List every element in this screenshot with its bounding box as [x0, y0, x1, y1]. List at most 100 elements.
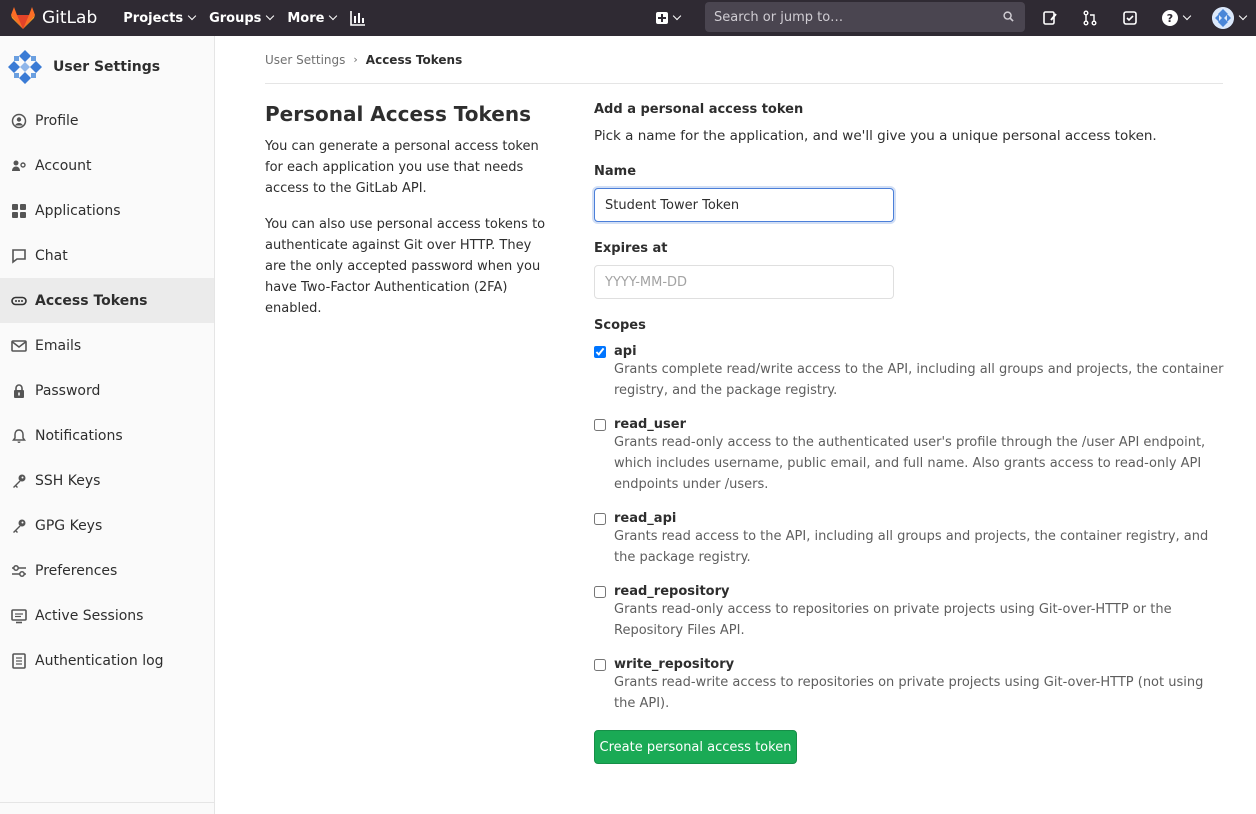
activity-chart-link[interactable]: [350, 10, 366, 26]
search-box: [705, 2, 1025, 32]
brand-name: GitLab: [42, 8, 98, 28]
expires-label: Expires at: [594, 241, 668, 256]
scope-name: api: [614, 344, 637, 359]
scope-description: Grants read access to the API, including…: [614, 529, 1209, 565]
log-icon: [11, 652, 27, 669]
sidebar-item-account[interactable]: Account: [0, 143, 214, 188]
form-section-description: Pick a name for the application, and we'…: [594, 128, 1157, 144]
merge-requests-icon[interactable]: [1082, 10, 1098, 26]
scope-api-checkbox[interactable]: [594, 346, 606, 358]
scope-read-user-checkbox[interactable]: [594, 419, 606, 431]
search-input[interactable]: [705, 2, 995, 32]
chevron-down-icon: [187, 11, 197, 21]
chevron-down-icon: [266, 11, 275, 21]
breadcrumb: User Settings › Access Tokens: [265, 36, 1223, 84]
token-icon: [11, 293, 27, 309]
sidebar-context-header[interactable]: User Settings: [0, 36, 214, 98]
name-label: Name: [594, 164, 637, 179]
sidebar-title: User Settings: [53, 59, 161, 75]
scope-write-repository-checkbox[interactable]: [594, 659, 606, 671]
applications-icon: [11, 203, 27, 219]
scope-write-repository: write_repository Grants read-write acces…: [594, 657, 1224, 714]
token-name-input[interactable]: [594, 188, 894, 222]
breadcrumb-current[interactable]: Access Tokens: [366, 53, 462, 67]
scope-name: read_repository: [614, 584, 730, 599]
sidebar-item-label: Emails: [35, 337, 82, 354]
user-menu-dropdown[interactable]: [1212, 7, 1248, 29]
chevron-down-icon: [672, 11, 682, 21]
help-dropdown[interactable]: ?: [1162, 10, 1192, 26]
breadcrumb-separator-icon: ›: [353, 53, 358, 66]
nav-more-label: More: [287, 10, 325, 26]
scope-description: Grants read-write access to repositories…: [614, 675, 1204, 711]
sidebar-item-label: Applications: [35, 202, 121, 219]
chart-icon: [350, 11, 366, 26]
sidebar-item-label: Notifications: [35, 427, 123, 444]
chevron-down-icon: [329, 11, 338, 21]
sidebar-item-active-sessions[interactable]: Active Sessions: [0, 593, 214, 638]
scope-description: Grants complete read/write access to the…: [614, 362, 1224, 398]
scope-description: Grants read-only access to the authentic…: [614, 435, 1206, 492]
sidebar-item-label: SSH Keys: [35, 472, 101, 489]
help-icon: ?: [1162, 10, 1178, 26]
email-icon: [11, 338, 27, 354]
issues-icon[interactable]: [1042, 10, 1058, 26]
sidebar-item-label: Active Sessions: [35, 607, 144, 624]
plus-square-icon: [656, 12, 668, 24]
sidebar-item-label: Profile: [35, 112, 79, 129]
nav-groups-label: Groups: [209, 10, 262, 26]
profile-icon: [11, 113, 27, 129]
scope-read-api: read_api Grants read access to the API, …: [594, 511, 1224, 568]
sidebar-item-password[interactable]: Password: [0, 368, 214, 413]
sidebar-item-gpg-keys[interactable]: GPG Keys: [0, 503, 214, 548]
sidebar-collapse-area[interactable]: [0, 802, 214, 814]
preferences-icon: [11, 563, 27, 579]
sidebar-item-label: Preferences: [35, 562, 118, 579]
scope-read-user: read_user Grants read-only access to the…: [594, 417, 1224, 495]
scope-read-api-checkbox[interactable]: [594, 513, 606, 525]
page-title: Personal Access Tokens: [265, 102, 532, 126]
sidebar-item-notifications[interactable]: Notifications: [0, 413, 214, 458]
sidebar-item-ssh-keys[interactable]: SSH Keys: [0, 458, 214, 503]
chevron-down-icon: [1238, 11, 1248, 21]
nav-more-dropdown[interactable]: More: [287, 10, 338, 26]
expires-at-input[interactable]: [594, 265, 894, 299]
search-icon[interactable]: [1003, 11, 1014, 22]
lock-icon: [11, 383, 27, 399]
main-content: User Settings › Access Tokens Personal A…: [265, 36, 1224, 764]
gitlab-logo-link[interactable]: GitLab: [10, 6, 97, 30]
intro-column: Personal Access Tokens You can generate …: [265, 102, 555, 334]
todos-icon[interactable]: [1122, 10, 1138, 26]
sidebar-item-authentication-log[interactable]: Authentication log: [0, 638, 214, 683]
gitlab-logo-icon: [11, 7, 35, 29]
sidebar-item-label: Password: [35, 382, 101, 399]
key-icon: [11, 518, 27, 534]
bell-icon: [11, 428, 27, 444]
create-token-button[interactable]: Create personal access token: [594, 730, 797, 764]
sidebar-item-emails[interactable]: Emails: [0, 323, 214, 368]
sidebar-item-chat[interactable]: Chat: [0, 233, 214, 278]
sidebar-item-access-tokens[interactable]: Access Tokens: [0, 278, 214, 323]
sidebar-item-label: Authentication log: [35, 652, 164, 669]
scope-name: write_repository: [614, 657, 735, 672]
intro-paragraph-2: You can also use personal access tokens …: [265, 217, 546, 316]
monitor-icon: [11, 608, 27, 624]
nav-groups-dropdown[interactable]: Groups: [209, 10, 275, 26]
chevron-down-icon: [1182, 11, 1192, 21]
sidebar-item-label: Account: [35, 157, 92, 174]
form-section-title: Add a personal access token: [594, 102, 804, 117]
scope-api: api Grants complete read/write access to…: [594, 344, 1224, 401]
scope-read-repository-checkbox[interactable]: [594, 586, 606, 598]
key-icon: [11, 473, 27, 489]
user-avatar: [1212, 7, 1234, 29]
new-item-dropdown[interactable]: [656, 11, 682, 24]
sidebar-item-preferences[interactable]: Preferences: [0, 548, 214, 593]
intro-paragraph-1: You can generate a personal access token…: [265, 139, 539, 196]
user-avatar-large: [6, 48, 44, 86]
breadcrumb-parent-link[interactable]: User Settings: [265, 53, 345, 67]
sidebar-item-applications[interactable]: Applications: [0, 188, 214, 233]
scope-name: read_api: [614, 511, 677, 526]
nav-projects-label: Projects: [123, 10, 184, 26]
nav-projects-dropdown[interactable]: Projects: [123, 10, 197, 26]
sidebar-item-profile[interactable]: Profile: [0, 98, 214, 143]
